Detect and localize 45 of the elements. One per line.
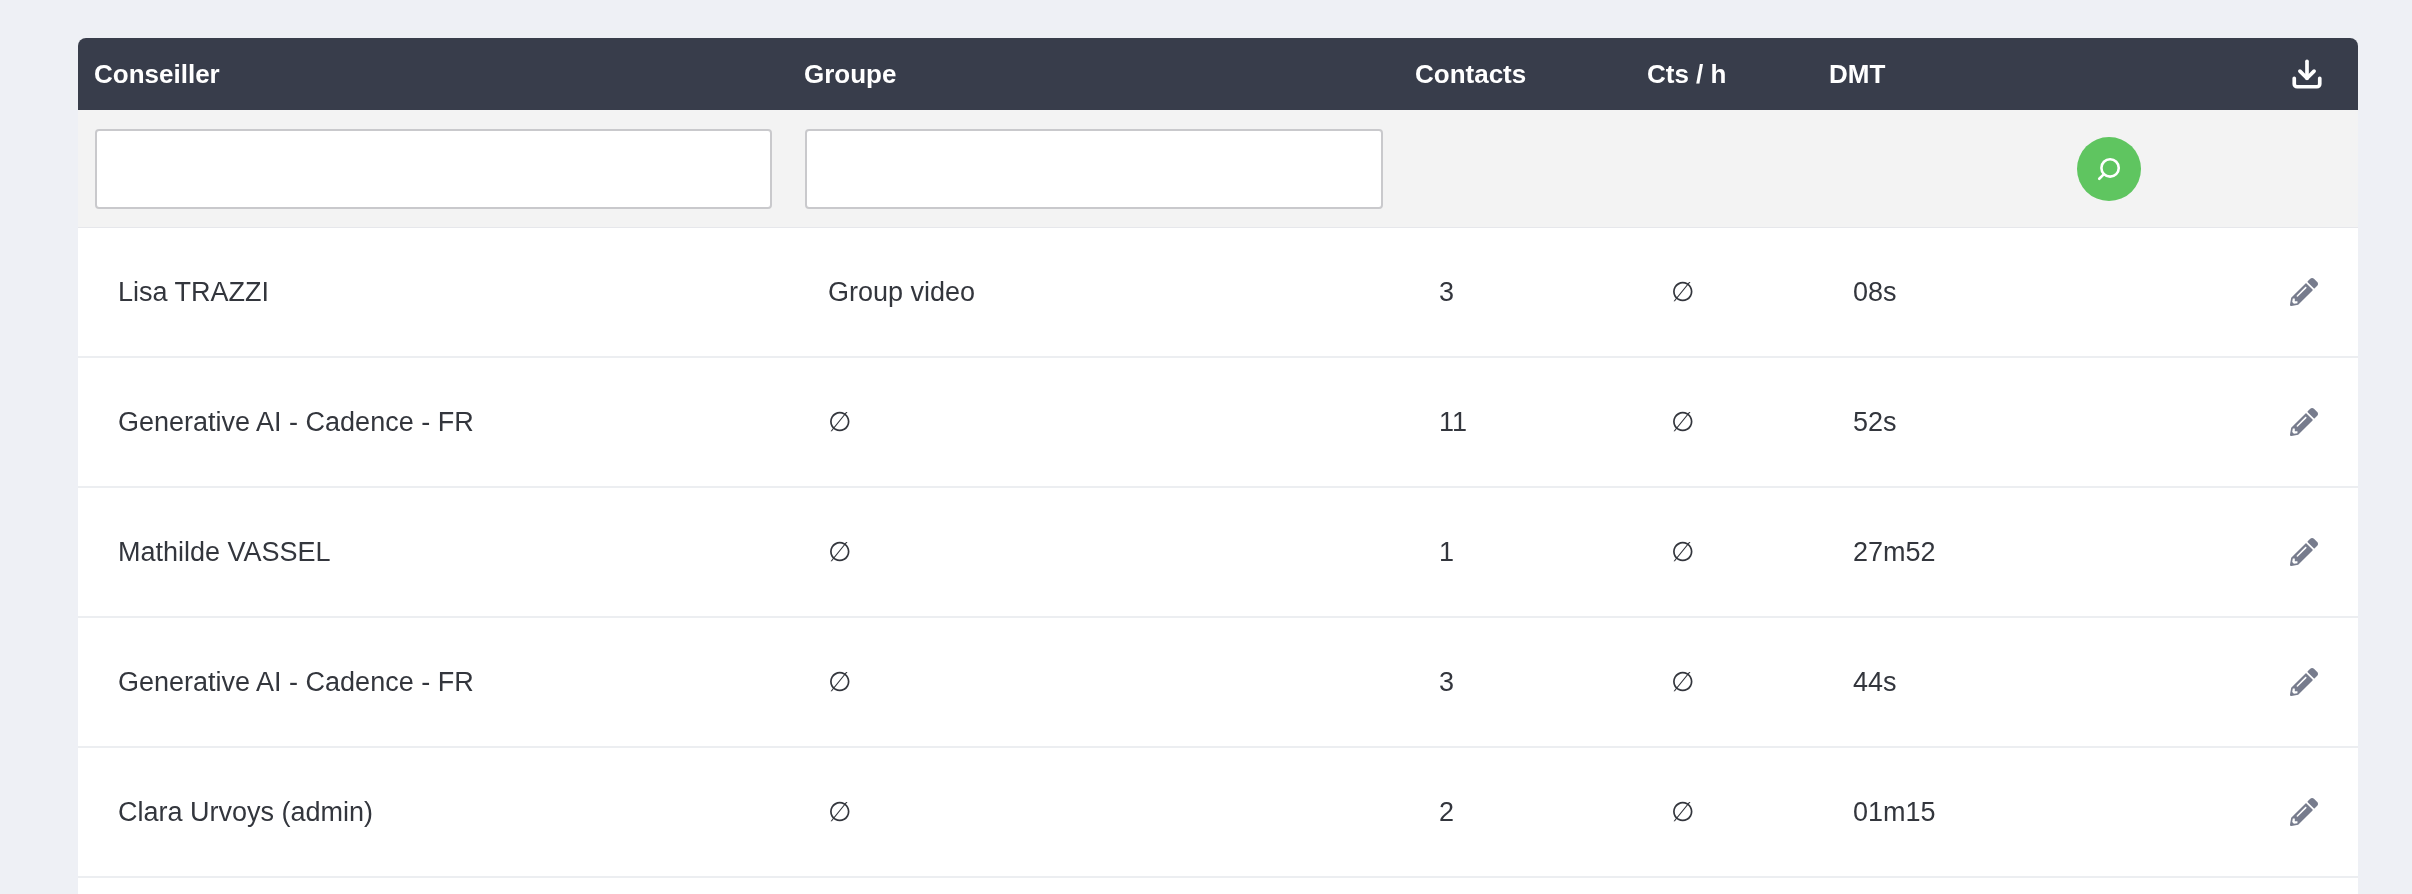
- column-header: Contacts: [1414, 58, 1527, 90]
- edit-button[interactable]: [2290, 538, 2318, 566]
- table-cell-text: 01m15: [1852, 796, 1936, 828]
- pencil-icon: [2290, 278, 2318, 306]
- column-header: Groupe: [803, 58, 897, 90]
- table-cell-text: 52s: [1852, 406, 1897, 438]
- table-cell-text: ∅: [1670, 666, 1695, 698]
- filter-field[interactable]: [95, 128, 772, 209]
- table-cell-text: ∅: [1670, 406, 1695, 438]
- table-cell-text: ∅: [1670, 536, 1695, 568]
- edit-button[interactable]: [2290, 798, 2318, 826]
- table-cell-text: ∅: [1670, 276, 1695, 308]
- column-header: DMT: [1828, 58, 1886, 90]
- download-button[interactable]: [2290, 57, 2324, 91]
- table-cell-text: 27m52: [1852, 536, 1936, 568]
- pencil-icon: [2290, 538, 2318, 566]
- filter-field[interactable]: [805, 128, 1383, 209]
- table-cell-text: 44s: [1852, 666, 1897, 698]
- table-cell-text: 3: [1438, 666, 1455, 698]
- pencil-icon: [2290, 668, 2318, 696]
- table-cell-text: ∅: [827, 536, 852, 568]
- edit-button[interactable]: [2290, 278, 2318, 306]
- table-cell-text: Lisa TRAZZI: [117, 276, 270, 308]
- table-cell-text: Generative AI - Cadence - FR: [117, 666, 474, 698]
- table-cell-text: ∅: [1670, 796, 1695, 828]
- column-header: Cts / h: [1646, 58, 1727, 90]
- pencil-icon: [2290, 798, 2318, 826]
- edit-button[interactable]: [2290, 408, 2318, 436]
- table-cell-text: Generative AI - Cadence - FR: [117, 406, 474, 438]
- table-cell-text: 1: [1438, 536, 1455, 568]
- table-cell-text: ∅: [827, 666, 852, 698]
- table-cell-text: 3: [1438, 276, 1455, 308]
- pencil-icon: [2290, 408, 2318, 436]
- table-cell-text: Mathilde VASSEL: [117, 536, 331, 568]
- table-cell-text: 11: [1438, 406, 1468, 438]
- table-cell-text: 2: [1438, 796, 1455, 828]
- column-header: Conseiller: [93, 58, 220, 90]
- edit-button[interactable]: [2290, 668, 2318, 696]
- table-cell-text: ∅: [827, 406, 852, 438]
- download-icon: [2290, 57, 2324, 91]
- search-icon: [2096, 155, 2122, 182]
- table-cell-text: Clara Urvoys (admin): [117, 796, 374, 828]
- table-cell-text: 08s: [1852, 276, 1897, 308]
- table-cell-text: ∅: [827, 796, 852, 828]
- table-cell-text: Group video: [827, 276, 976, 308]
